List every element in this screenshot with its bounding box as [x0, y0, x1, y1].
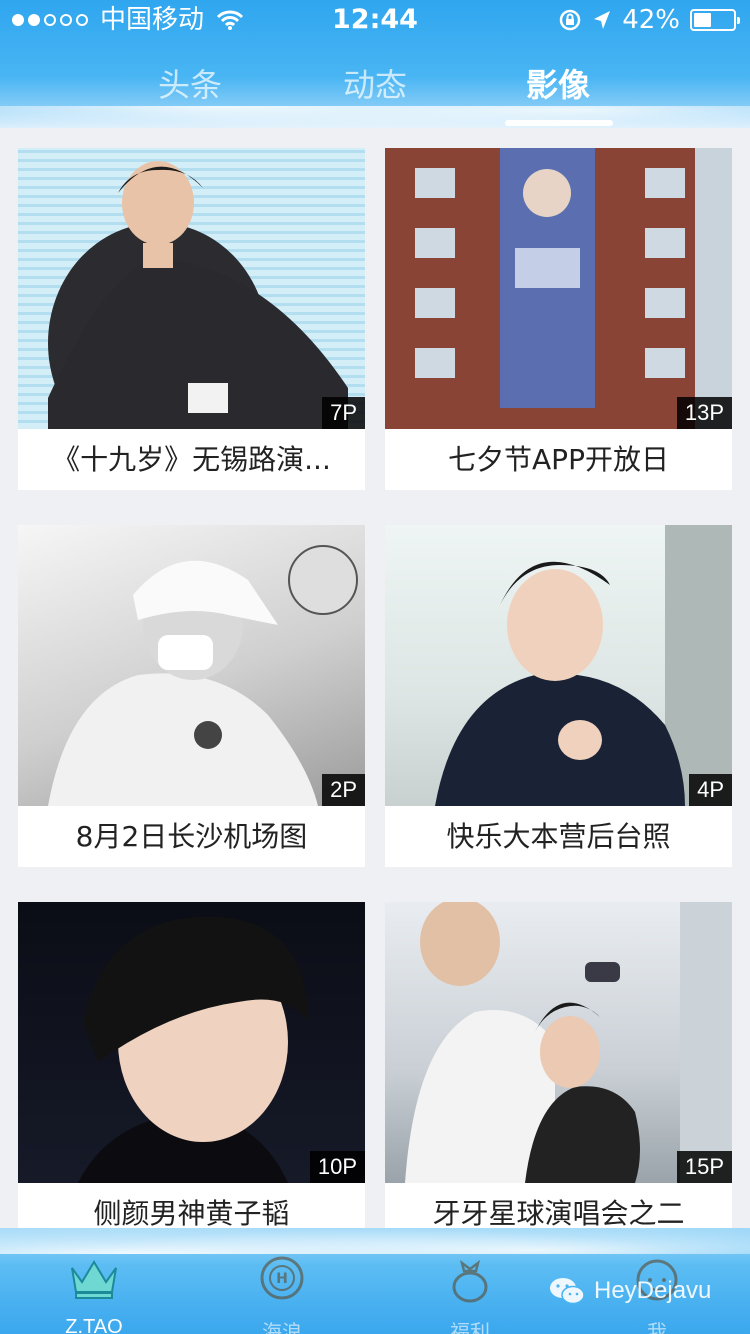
- album-title: 《十九岁》无锡路演...: [52, 443, 331, 476]
- tab-headlines[interactable]: 头条: [120, 60, 260, 106]
- album-cover-image: 7P: [18, 148, 365, 429]
- photo-count-badge: 2P: [322, 774, 365, 806]
- nav-fuli[interactable]: 福利: [410, 1252, 530, 1334]
- battery-percent: 42%: [622, 5, 680, 35]
- album-cover-image: 4P: [385, 525, 732, 806]
- album-title: 七夕节APP开放日: [448, 443, 669, 476]
- planet-h-icon: H: [222, 1252, 342, 1304]
- top-tabs: 头条 动态 影像: [0, 52, 750, 118]
- photo-count-badge: 7P: [322, 397, 365, 429]
- tab-photos[interactable]: 影像: [488, 60, 628, 106]
- album-cover-image: 10P: [18, 902, 365, 1183]
- status-bar: 中国移动 12:44 42%: [0, 0, 750, 40]
- gift-bag-icon: [410, 1252, 530, 1304]
- nav-label: Z.TAO: [65, 1316, 123, 1334]
- location-arrow-icon: [592, 9, 612, 31]
- photo-count-badge: 13P: [676, 397, 732, 429]
- nav-label: 我: [647, 1322, 667, 1334]
- photo-count-badge: 15P: [676, 1151, 732, 1183]
- album-card[interactable]: 7P 《十九岁》无锡路演...: [18, 148, 365, 490]
- album-title: 8月2日长沙机场图: [75, 820, 308, 853]
- album-cover-image: 2P: [18, 525, 365, 806]
- photo-count-badge: 4P: [689, 774, 732, 806]
- wechat-watermark: HeyDejavu: [548, 1276, 711, 1306]
- album-card[interactable]: 4P 快乐大本营后台照: [385, 525, 732, 867]
- svg-text:H: H: [276, 1271, 288, 1287]
- battery-icon: [690, 9, 740, 31]
- album-title: 快乐大本营后台照: [446, 820, 671, 853]
- album-card[interactable]: 13P 七夕节APP开放日: [385, 148, 732, 490]
- nav-label: 福利: [450, 1322, 490, 1334]
- album-cover-image: 15P: [385, 902, 732, 1183]
- app-header: 中国移动 12:44 42% 头条 动态 影像: [0, 0, 750, 128]
- album-card[interactable]: 10P 侧颜男神黄子韬: [18, 902, 365, 1244]
- nav-label: 海浪: [262, 1322, 302, 1334]
- status-right: 42%: [558, 0, 740, 40]
- album-card[interactable]: 2P 8月2日长沙机场图: [18, 525, 365, 867]
- tab-news-feed[interactable]: 动态: [305, 60, 445, 106]
- album-card[interactable]: 15P 牙牙星球演唱会之二: [385, 902, 732, 1244]
- watermark-text: HeyDejavu: [594, 1277, 712, 1304]
- album-cover-image: 13P: [385, 148, 732, 429]
- nav-hailang[interactable]: H 海浪: [222, 1252, 342, 1334]
- crown-icon: [34, 1252, 154, 1304]
- rotation-lock-icon: [558, 8, 582, 32]
- photo-count-badge: 10P: [309, 1151, 365, 1183]
- active-tab-indicator: [505, 120, 613, 126]
- wechat-icon: [548, 1276, 586, 1306]
- nav-ztao[interactable]: Z.TAO: [34, 1252, 154, 1334]
